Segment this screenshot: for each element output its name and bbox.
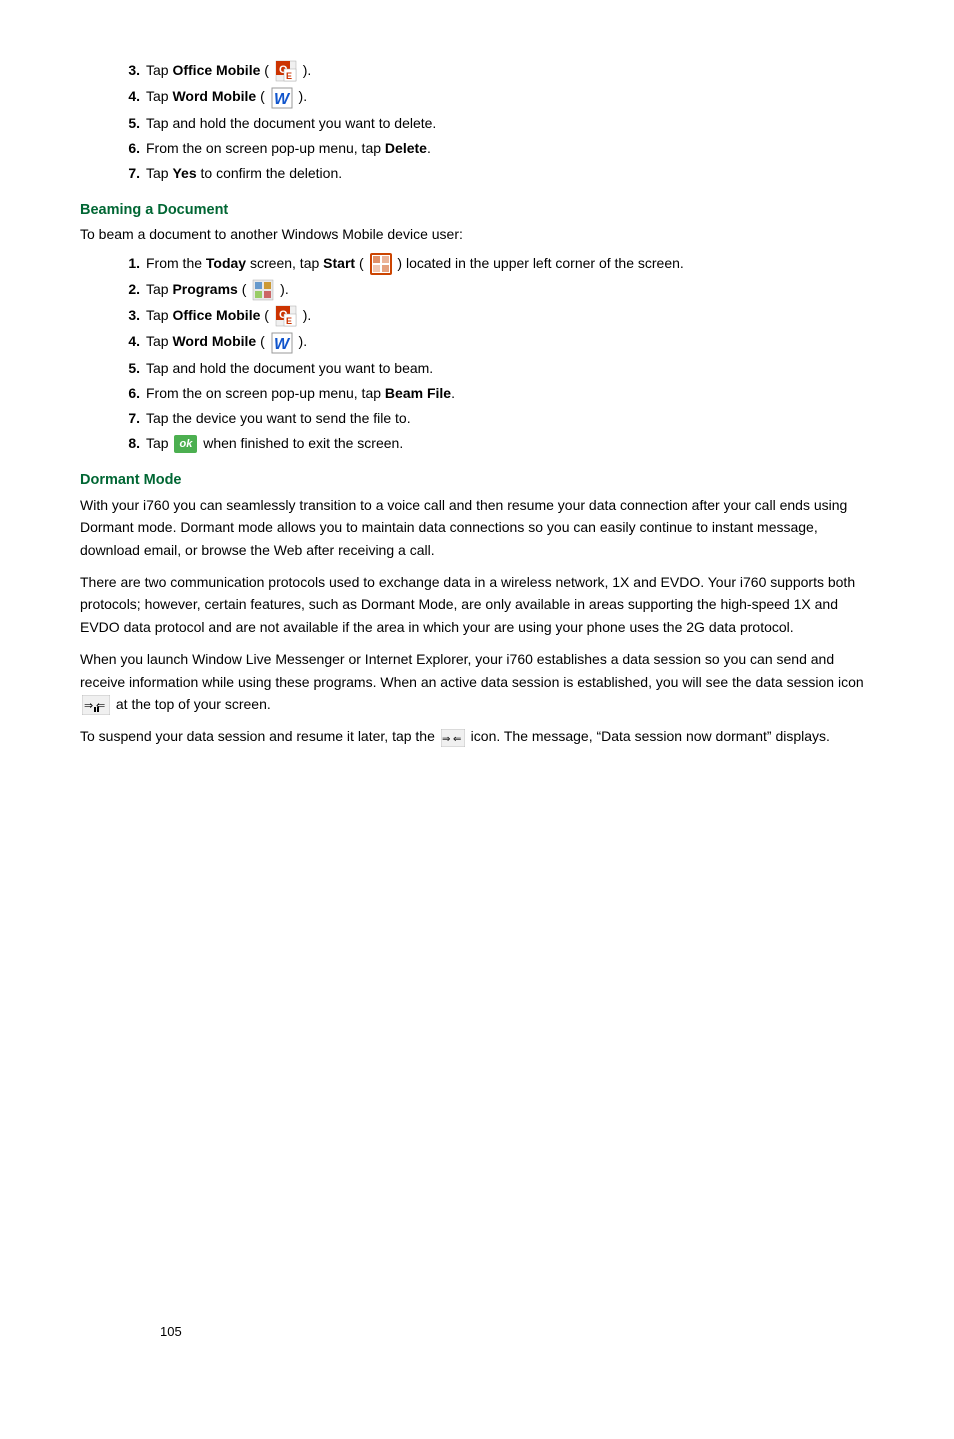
step-content: Tap Office Mobile ( O E ). (146, 305, 874, 327)
step-content: Tap and hold the document you want to de… (146, 113, 874, 134)
step-content: Tap Yes to confirm the deletion. (146, 163, 874, 184)
programs-label: Programs (172, 281, 237, 297)
list-item: 6. From the on screen pop-up menu, tap B… (120, 383, 874, 404)
list-item: 4. Tap Word Mobile ( W ). (120, 331, 874, 353)
data-session-icon: ⇒ ⇐ (82, 695, 110, 715)
step-number: 4. (120, 86, 140, 107)
yes-label: Yes (172, 165, 196, 181)
beaming-steps-list: 1. From the Today screen, tap Start ( ) … (80, 253, 874, 454)
svg-text:W: W (274, 336, 291, 353)
step-number: 6. (120, 138, 140, 159)
step-number: 3. (120, 305, 140, 326)
office-mobile-label: Office Mobile (172, 62, 260, 78)
dormant-para-4: To suspend your data session and resume … (80, 725, 874, 747)
step-content: Tap the device you want to send the file… (146, 408, 874, 429)
svg-text:W: W (274, 91, 291, 108)
list-item: 2. Tap Programs ( ). (120, 279, 874, 301)
beaming-section-title: Beaming a Document (80, 202, 874, 218)
programs-icon (252, 279, 274, 301)
office-mobile-icon2: O E (275, 305, 297, 327)
beam-file-label: Beam File (385, 385, 451, 401)
delete-steps-list: 3. Tap Office Mobile ( O E ). 4. Tap Wor… (80, 60, 874, 184)
list-item: 3. Tap Office Mobile ( O E ). (120, 305, 874, 327)
step-number: 6. (120, 383, 140, 404)
step-number: 1. (120, 253, 140, 274)
step-content: From the on screen pop-up menu, tap Dele… (146, 138, 874, 159)
list-item: 3. Tap Office Mobile ( O E ). (120, 60, 874, 82)
list-item: 4. Tap Word Mobile ( W ). (120, 86, 874, 108)
word-mobile-label: Word Mobile (172, 88, 256, 104)
svg-text:E: E (286, 316, 292, 326)
dormant-section-title: Dormant Mode (80, 472, 874, 488)
step-content: Tap Programs ( ). (146, 279, 874, 301)
word-mobile-label2: Word Mobile (172, 333, 256, 349)
step-content: Tap Word Mobile ( W ). (146, 86, 874, 108)
dormant-para-2: There are two communication protocols us… (80, 571, 874, 638)
office-mobile-icon: O E (275, 60, 297, 82)
beaming-intro: To beam a document to another Windows Mo… (80, 224, 874, 245)
page-wrapper: 3. Tap Office Mobile ( O E ). 4. Tap Wor… (80, 60, 874, 1379)
step-number: 3. (120, 60, 140, 81)
step-number: 5. (120, 358, 140, 379)
step-content: Tap ok when finished to exit the screen. (146, 433, 874, 454)
delete-label: Delete (385, 140, 427, 156)
svg-text:⇒: ⇒ (442, 734, 450, 745)
step-content: Tap and hold the document you want to be… (146, 358, 874, 379)
svg-text:E: E (286, 71, 292, 81)
ok-button-icon: ok (174, 435, 197, 454)
list-item: 7. Tap Yes to confirm the deletion. (120, 163, 874, 184)
step-content: Tap Word Mobile ( W ). (146, 331, 874, 353)
list-item: 5. Tap and hold the document you want to… (120, 358, 874, 379)
step-number: 4. (120, 331, 140, 352)
dormant-icon-inline: ⇒ ⇐ (441, 729, 465, 747)
list-item: 1. From the Today screen, tap Start ( ) … (120, 253, 874, 275)
step-content: From the Today screen, tap Start ( ) loc… (146, 253, 874, 275)
list-item: 5. Tap and hold the document you want to… (120, 113, 874, 134)
step-number: 2. (120, 279, 140, 300)
list-item: 7. Tap the device you want to send the f… (120, 408, 874, 429)
office-mobile-label2: Office Mobile (172, 307, 260, 323)
step-number: 7. (120, 163, 140, 184)
dormant-para-3: When you launch Window Live Messenger or… (80, 648, 874, 715)
step-number: 8. (120, 433, 140, 454)
list-item: 6. From the on screen pop-up menu, tap D… (120, 138, 874, 159)
step-content: Tap Office Mobile ( O E ). (146, 60, 874, 82)
start-label: Start (323, 255, 355, 271)
today-label: Today (206, 255, 246, 271)
svg-text:⇐: ⇐ (453, 734, 461, 745)
word-mobile-icon: W (271, 87, 293, 109)
step-content: From the on screen pop-up menu, tap Beam… (146, 383, 874, 404)
dormant-para-1: With your i760 you can seamlessly transi… (80, 494, 874, 561)
word-mobile-icon2: W (271, 332, 293, 354)
list-item: 8. Tap ok when finished to exit the scre… (120, 433, 874, 454)
page-number: 105 (160, 1324, 182, 1339)
svg-text:⇒: ⇒ (84, 700, 93, 712)
start-icon (370, 253, 392, 275)
step-number: 5. (120, 113, 140, 134)
step-number: 7. (120, 408, 140, 429)
